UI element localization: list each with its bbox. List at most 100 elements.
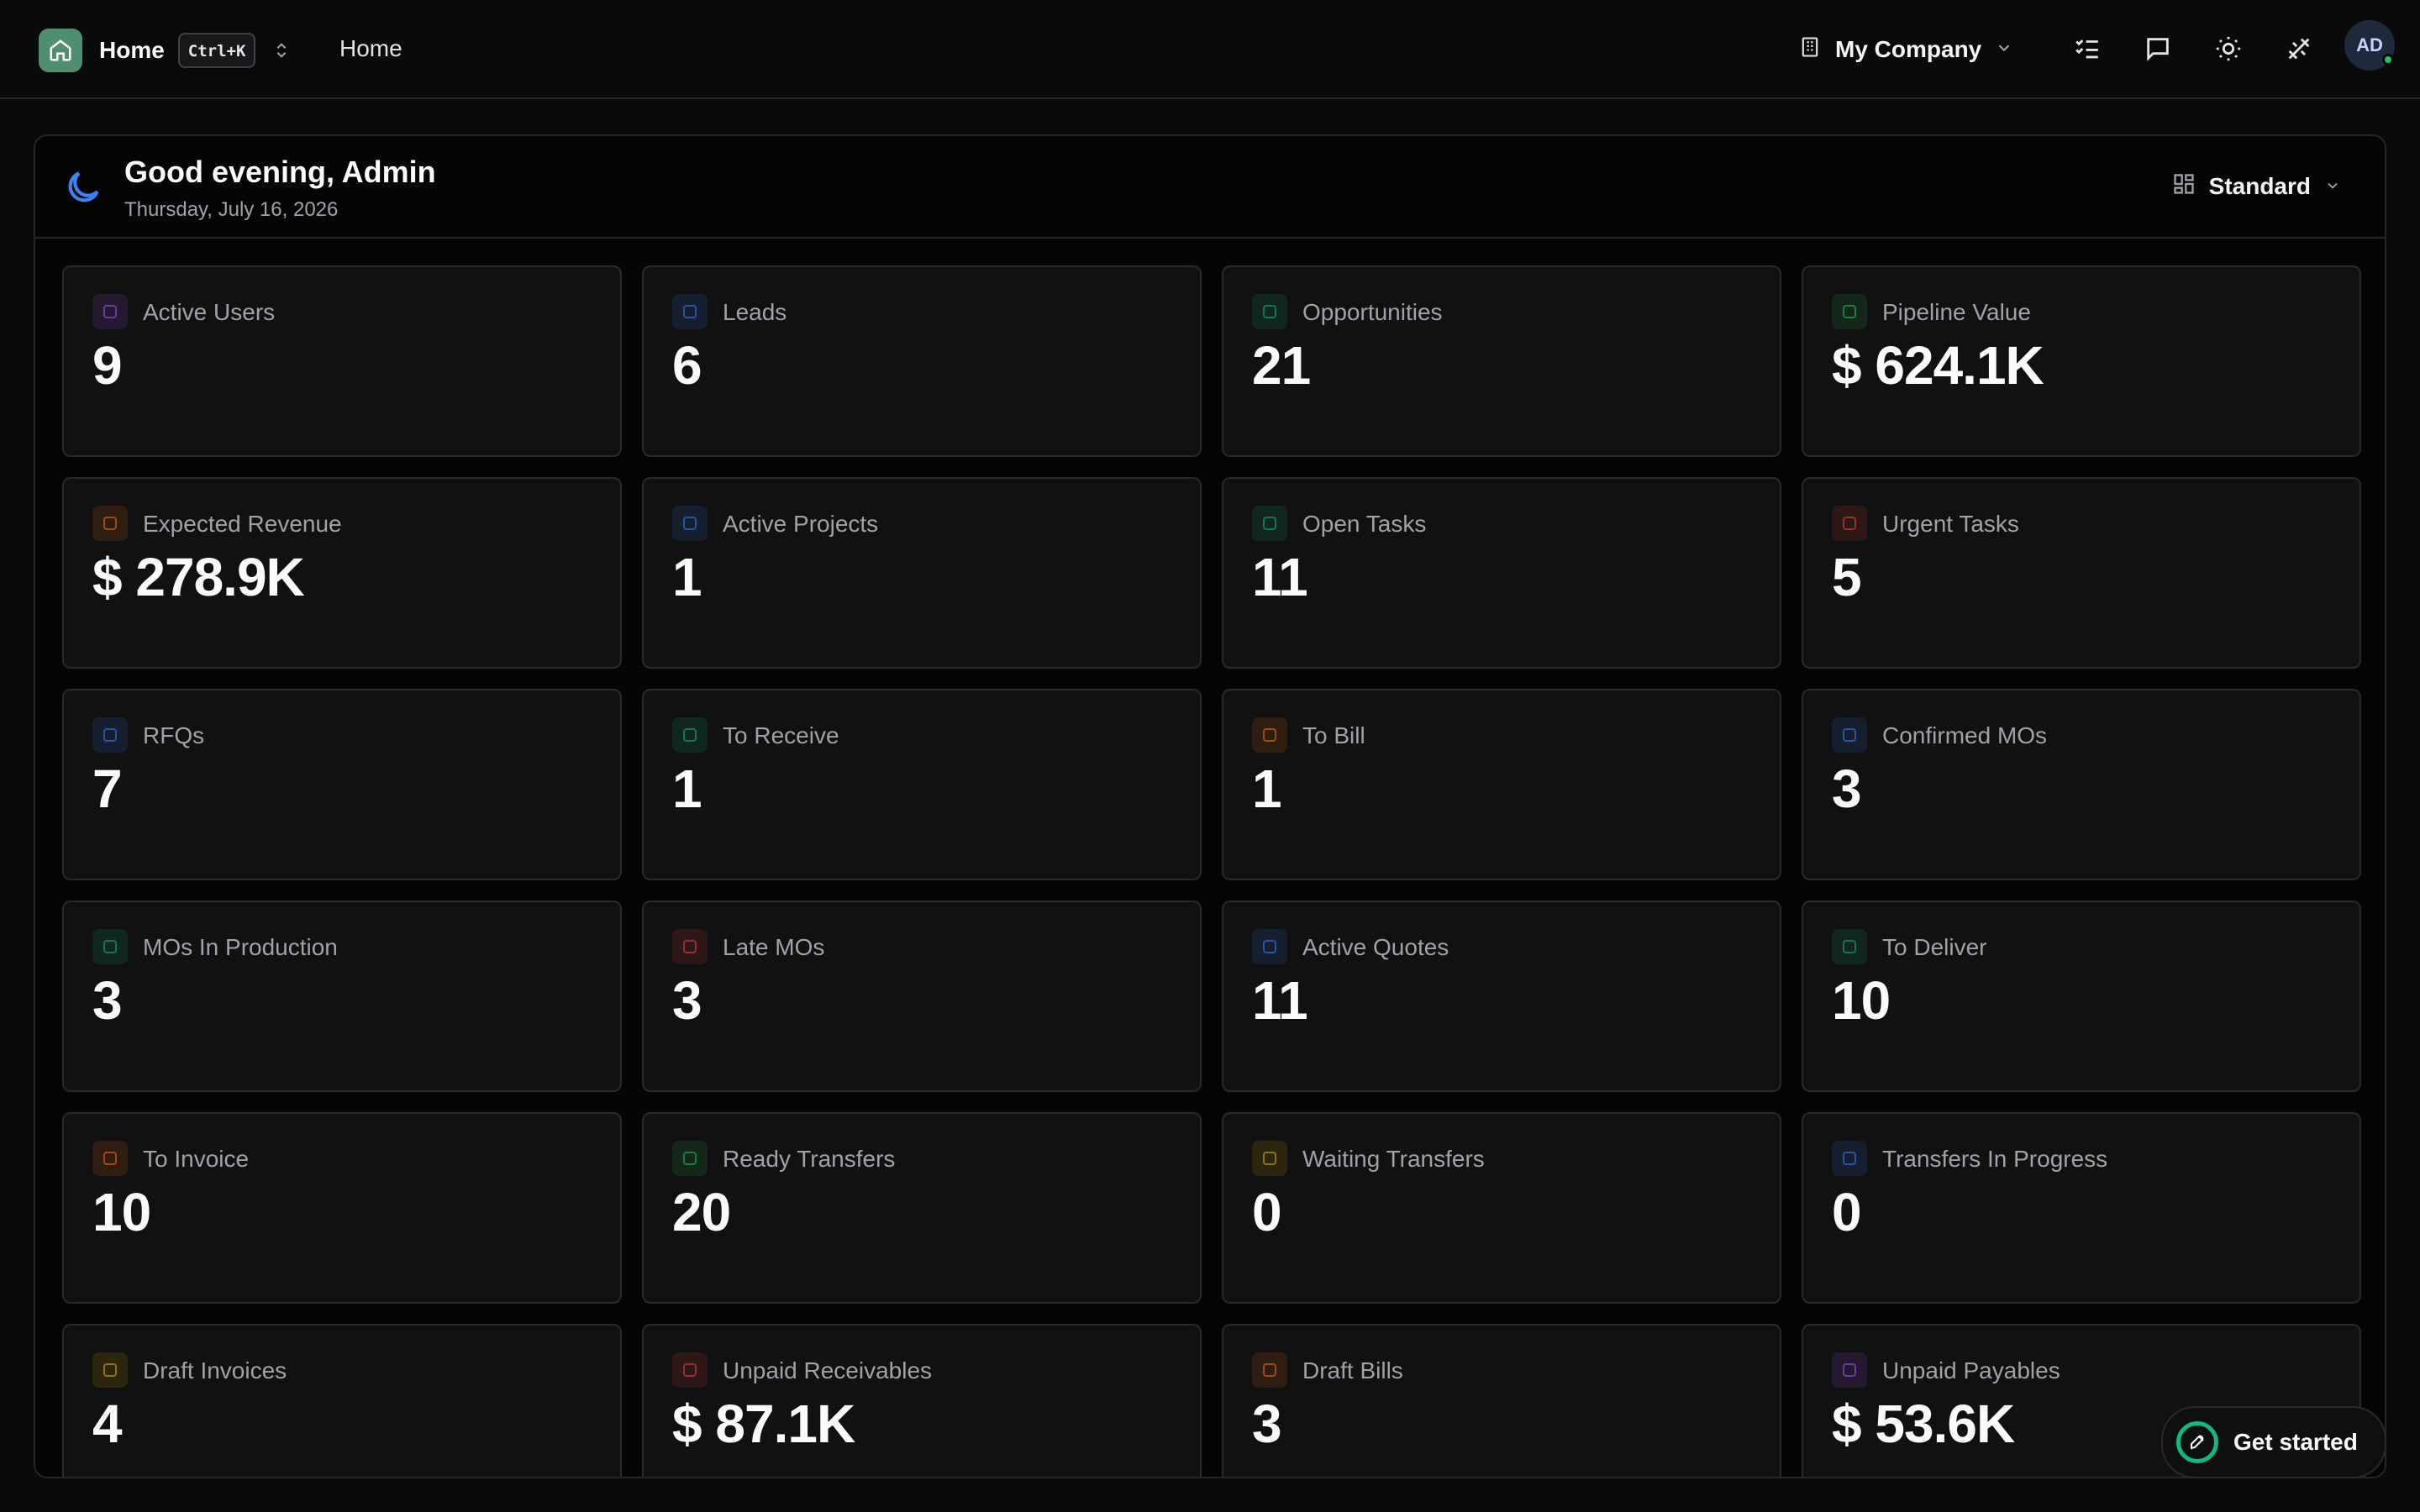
kpi-card[interactable]: Confirmed MOs 3 — [1802, 689, 2361, 880]
kpi-card[interactable]: Draft Bills 3 — [1222, 1324, 1781, 1477]
kpi-label: To Invoice — [143, 1146, 250, 1172]
kpi-card[interactable]: Draft Invoices 4 — [62, 1324, 622, 1477]
layout-selector[interactable]: Standard — [2172, 170, 2341, 203]
kpi-card[interactable]: To Receive 1 — [642, 689, 1202, 880]
app-name: Home — [99, 37, 165, 63]
moon-icon — [62, 166, 104, 208]
kpi-card[interactable]: Pipeline Value $ 624.1K — [1802, 265, 2361, 457]
kpi-label: Unpaid Receivables — [723, 1357, 933, 1383]
kpi-card[interactable]: To Invoice 10 — [62, 1112, 622, 1304]
user-icon — [92, 294, 128, 329]
kpi-card[interactable]: RFQs 7 — [62, 689, 622, 880]
kpi-card[interactable]: Transfers In Progress 0 — [1802, 1112, 2361, 1304]
kpi-card[interactable]: Waiting Transfers 0 — [1222, 1112, 1781, 1304]
tasks-icon[interactable] — [2070, 32, 2104, 66]
clock-icon — [1252, 1141, 1287, 1176]
building-icon — [1798, 34, 1822, 66]
kpi-card[interactable]: Open Tasks 11 — [1222, 477, 1781, 669]
receipt-icon — [1252, 717, 1287, 753]
home-icon — [39, 29, 82, 72]
file-icon — [92, 717, 128, 753]
kpi-card[interactable]: Active Users 9 — [62, 265, 622, 457]
chat-icon[interactable] — [2141, 32, 2175, 66]
kpi-card[interactable]: Leads 6 — [642, 265, 1202, 457]
truck-icon — [1832, 1141, 1867, 1176]
dashboard-panel: Good evening, Admin Thursday, July 16, 2… — [34, 134, 2386, 1478]
kpi-label: Waiting Transfers — [1302, 1146, 1485, 1172]
kpi-card[interactable]: Urgent Tasks 5 — [1802, 477, 2361, 669]
kpi-value: 10 — [1832, 970, 1891, 1031]
package-icon — [672, 1141, 708, 1176]
online-status-dot — [2382, 54, 2394, 66]
clock-alert-icon — [672, 929, 708, 964]
kpi-card[interactable]: To Deliver 10 — [1802, 900, 2361, 1092]
layout-grid-icon — [2172, 172, 2196, 202]
kpi-value: 4 — [92, 1394, 123, 1454]
dollar-icon — [1832, 294, 1867, 329]
layout-label: Standard — [2208, 173, 2311, 199]
kpi-label: To Receive — [723, 722, 839, 748]
top-bar: Home Ctrl+K Home My Company AD — [0, 0, 2420, 99]
company-selector[interactable]: My Company — [1798, 30, 2013, 69]
kpi-card[interactable]: Late MOs 3 — [642, 900, 1202, 1092]
kpi-value: $ 87.1K — [672, 1394, 855, 1454]
cog-icon — [92, 929, 128, 964]
invoice-icon — [92, 1141, 128, 1176]
chevron-down-icon — [1995, 36, 2013, 63]
kpi-label: Late MOs — [723, 934, 825, 960]
kpi-value: 1 — [1252, 759, 1282, 819]
kpi-value: 0 — [1832, 1182, 1862, 1242]
kpi-label: Opportunities — [1302, 299, 1443, 325]
kpi-value: 3 — [1252, 1394, 1282, 1454]
kpi-card[interactable]: MOs In Production 3 — [62, 900, 622, 1092]
kpi-label: Draft Bills — [1302, 1357, 1403, 1383]
kpi-label: Draft Invoices — [143, 1357, 287, 1383]
kpi-label: Expected Revenue — [143, 511, 342, 537]
kpi-value: 11 — [1252, 547, 1308, 607]
chevrons-up-down-icon — [269, 38, 294, 63]
kpi-card[interactable]: Active Projects 1 — [642, 477, 1202, 669]
breadcrumb[interactable]: Home — [339, 35, 402, 62]
kpi-value: 5 — [1832, 547, 1862, 607]
cart-icon — [1832, 929, 1867, 964]
kpi-label: Open Tasks — [1302, 511, 1427, 537]
user-plus-icon — [672, 294, 708, 329]
kpi-label: Active Users — [143, 299, 276, 325]
current-date: Thursday, July 16, 2026 — [124, 198, 339, 221]
kpi-label: Unpaid Payables — [1882, 1357, 2060, 1383]
file-text-icon — [1252, 929, 1287, 964]
kpi-value: 11 — [1252, 970, 1308, 1031]
dashboard-header: Good evening, Admin Thursday, July 16, 2… — [35, 136, 2385, 239]
kpi-card[interactable]: To Bill 1 — [1222, 689, 1781, 880]
kpi-card[interactable]: Expected Revenue $ 278.9K — [62, 477, 622, 669]
kpi-label: RFQs — [143, 722, 205, 748]
target-icon — [1252, 294, 1287, 329]
kpi-value: 3 — [672, 970, 702, 1031]
kpi-label: Leads — [723, 299, 787, 325]
file-edit-icon — [92, 1352, 128, 1388]
receipt-icon — [1832, 1352, 1867, 1388]
greeting: Good evening, Admin — [124, 155, 436, 189]
kpi-value: $ 53.6K — [1832, 1394, 2015, 1454]
tools-icon[interactable] — [2282, 32, 2316, 66]
app-switcher[interactable]: Home Ctrl+K — [39, 29, 294, 72]
get-started-button[interactable]: Get started — [2161, 1406, 2386, 1478]
get-started-label: Get started — [2233, 1429, 2358, 1455]
folder-icon — [672, 506, 708, 541]
kpi-value: 3 — [1832, 759, 1862, 819]
kpi-card[interactable]: Active Quotes 11 — [1222, 900, 1781, 1092]
kpi-label: Transfers In Progress — [1882, 1146, 2108, 1172]
company-name: My Company — [1835, 36, 1982, 62]
sun-icon[interactable] — [2212, 32, 2245, 66]
truck-icon — [672, 717, 708, 753]
kpi-label: To Deliver — [1882, 934, 1987, 960]
trending-up-icon — [92, 506, 128, 541]
factory-icon — [1832, 717, 1867, 753]
kpi-value: 1 — [672, 547, 702, 607]
kpi-value: 3 — [92, 970, 123, 1031]
kpi-value: 10 — [92, 1182, 151, 1242]
kpi-label: Active Quotes — [1302, 934, 1449, 960]
kpi-card[interactable]: Ready Transfers 20 — [642, 1112, 1202, 1304]
kpi-card[interactable]: Opportunities 21 — [1222, 265, 1781, 457]
kpi-card[interactable]: Unpaid Receivables $ 87.1K — [642, 1324, 1202, 1477]
